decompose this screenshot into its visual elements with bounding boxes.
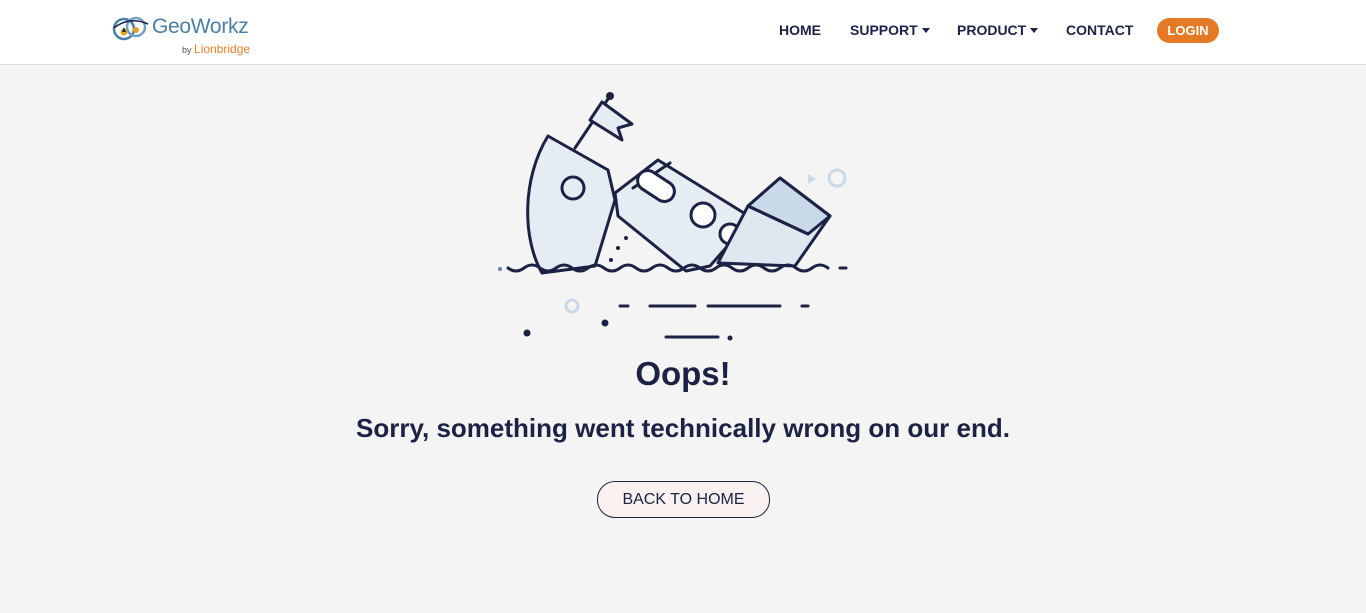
- sinking-ship-illustration: [498, 92, 848, 341]
- nav-home[interactable]: HOME: [779, 22, 821, 38]
- nav-support[interactable]: SUPPORT: [850, 22, 930, 38]
- nav-product[interactable]: PRODUCT: [957, 22, 1039, 38]
- error-message: Sorry, something went technically wrong …: [356, 413, 1010, 443]
- caret-down-icon: [921, 28, 930, 33]
- nav-product-label: PRODUCT: [957, 22, 1027, 38]
- main-nav: HOME SUPPORT PRODUCT CONTACT LOGIN: [0, 0, 1366, 64]
- nav-contact[interactable]: CONTACT: [1066, 22, 1133, 38]
- nav-support-label: SUPPORT: [850, 22, 918, 38]
- nav-contact-label: CONTACT: [1066, 22, 1134, 38]
- nav-home-label: HOME: [779, 22, 821, 38]
- login-button[interactable]: LOGIN: [1157, 18, 1219, 43]
- caret-down-icon: [1030, 28, 1039, 33]
- site-header: GeoWorkz by Lionbridge HOME SUPPORT PROD…: [0, 0, 1366, 65]
- back-to-home-button[interactable]: BACK TO HOME: [597, 481, 770, 518]
- error-title: Oops!: [635, 355, 731, 392]
